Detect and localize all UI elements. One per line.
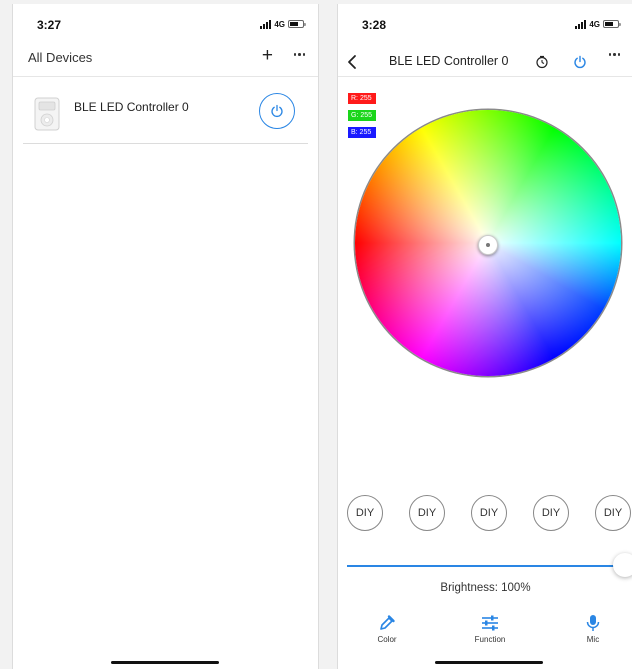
signal-icon — [575, 19, 587, 29]
red-value-tag: R: 255 — [348, 93, 376, 104]
tab-label: Function — [474, 635, 506, 644]
device-list-screen: 3:27 4G All Devices + BLE LED Controller… — [12, 4, 319, 669]
page-title: All Devices — [28, 50, 93, 65]
home-indicator[interactable] — [111, 661, 219, 664]
more-icon[interactable] — [608, 53, 620, 56]
tab-mic[interactable]: Mic — [553, 614, 632, 644]
tab-function[interactable]: Function — [450, 614, 530, 644]
network-type: 4G — [274, 19, 285, 29]
list-divider — [23, 143, 308, 144]
status-icons: 4G — [575, 19, 621, 29]
status-icons: 4G — [260, 19, 306, 29]
microphone-icon — [586, 615, 600, 631]
home-indicator[interactable] — [435, 661, 543, 664]
device-row[interactable]: BLE LED Controller 0 — [23, 84, 308, 144]
more-icon[interactable] — [293, 53, 305, 56]
blue-value-tag: B: 255 — [348, 127, 376, 138]
battery-icon — [288, 20, 306, 28]
eyedropper-icon — [380, 615, 395, 630]
diy-button-5[interactable]: DIY — [595, 495, 631, 531]
power-icon — [271, 104, 283, 118]
signal-icon — [260, 19, 272, 29]
device-icon — [34, 97, 60, 131]
plus-icon[interactable]: + — [262, 46, 273, 66]
diy-button-1[interactable]: DIY — [347, 495, 383, 531]
page-title: BLE LED Controller 0 — [389, 54, 509, 68]
brightness-slider-track[interactable] — [347, 565, 617, 567]
diy-buttons-row: DIY DIY DIY DIY DIY — [347, 495, 632, 531]
brightness-label: Brightness: 100% — [440, 582, 531, 594]
battery-icon — [603, 20, 621, 28]
green-value-tag: G: 255 — [348, 110, 376, 121]
status-time: 3:27 — [37, 18, 62, 32]
timer-icon[interactable] — [535, 55, 549, 69]
chevron-left-icon[interactable] — [346, 54, 358, 70]
status-bar: 3:28 4G — [338, 18, 632, 36]
tab-label: Color — [377, 635, 397, 644]
header-divider — [13, 76, 318, 77]
status-bar: 3:27 4G — [13, 18, 318, 36]
tab-color[interactable]: Color — [347, 614, 427, 644]
sliders-icon — [482, 615, 498, 631]
power-icon[interactable] — [572, 54, 588, 70]
device-name: BLE LED Controller 0 — [74, 100, 189, 114]
header-divider — [338, 76, 632, 77]
diy-button-3[interactable]: DIY — [471, 495, 507, 531]
network-type: 4G — [589, 19, 600, 29]
color-picker-handle[interactable] — [478, 235, 498, 255]
tab-label: Mic — [586, 635, 600, 644]
device-power-button[interactable] — [259, 93, 295, 129]
brightness-slider-knob[interactable] — [613, 553, 632, 577]
controller-screen: 3:28 4G BLE LED Controller 0 R: 255 G: 2… — [337, 4, 632, 669]
diy-button-2[interactable]: DIY — [409, 495, 445, 531]
status-time: 3:28 — [362, 18, 387, 32]
diy-button-4[interactable]: DIY — [533, 495, 569, 531]
